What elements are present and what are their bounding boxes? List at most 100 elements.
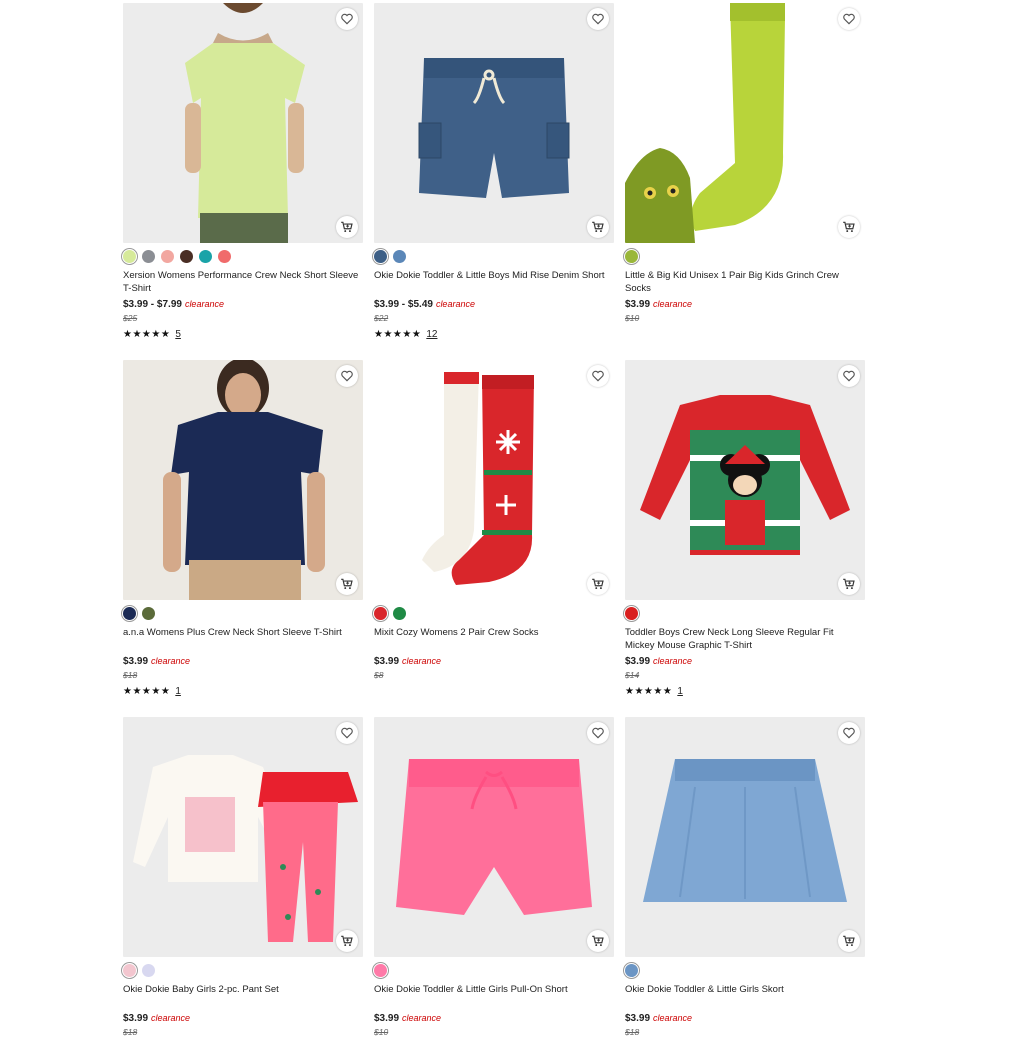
add-to-cart-button[interactable] [587,216,609,238]
product-image[interactable] [625,3,865,243]
product-title-link[interactable]: Okie Dokie Toddler & Little Girls Skort [625,983,865,1009]
product-title-link[interactable]: Okie Dokie Toddler & Little Boys Mid Ris… [374,269,614,295]
product-title-link[interactable]: a.n.a Womens Plus Crew Neck Short Sleeve… [123,626,363,652]
favorite-button[interactable] [587,365,609,387]
product-image[interactable] [123,717,363,957]
add-to-cart-button[interactable] [336,216,358,238]
add-to-cart-button[interactable] [838,930,860,952]
product-title-link[interactable]: Okie Dokie Baby Girls 2-pc. Pant Set [123,983,363,1009]
product-grid: Xersion Womens Performance Crew Neck Sho… [0,0,1024,1037]
review-count-link[interactable]: 1 [175,686,181,698]
heart-icon [843,370,855,382]
color-swatch[interactable] [393,607,406,620]
original-price: $8 [374,670,384,680]
favorite-button[interactable] [838,722,860,744]
color-swatches [123,964,363,978]
product-title-link[interactable]: Xersion Womens Performance Crew Neck Sho… [123,269,363,295]
color-swatch[interactable] [374,964,387,977]
original-price: $14 [625,670,640,680]
favorite-button[interactable] [336,722,358,744]
product-image[interactable] [374,3,614,243]
add-to-cart-button[interactable] [587,930,609,952]
product-card: Xersion Womens Performance Crew Neck Sho… [123,3,363,341]
color-swatch[interactable] [625,607,638,620]
product-image[interactable] [123,360,363,600]
original-price: $25 [123,313,138,323]
cart-icon [592,221,604,233]
product-title-link[interactable]: Little & Big Kid Unisex 1 Pair Big Kids … [625,269,865,295]
add-to-cart-button[interactable] [336,930,358,952]
add-to-cart-button[interactable] [838,216,860,238]
color-swatch[interactable] [393,250,406,263]
add-to-cart-button[interactable] [336,573,358,595]
cart-icon [843,935,855,947]
star-icon: ★★★★★ [374,329,422,340]
color-swatch[interactable] [374,250,387,263]
clearance-badge: clearance [653,656,693,666]
color-swatch[interactable] [625,250,638,263]
cart-icon [843,221,855,233]
product-image[interactable] [625,360,865,600]
favorite-button[interactable] [838,365,860,387]
star-icon: ★★★★★ [123,329,171,340]
cart-icon [592,578,604,590]
color-swatch[interactable] [218,250,231,263]
favorite-button[interactable] [336,365,358,387]
color-swatch[interactable] [142,250,155,263]
color-swatches [374,250,614,264]
favorite-button[interactable] [587,8,609,30]
product-card: Okie Dokie Toddler & Little Boys Mid Ris… [374,3,614,341]
product-title-link[interactable]: Mixit Cozy Womens 2 Pair Crew Socks [374,626,614,652]
color-swatches [374,964,614,978]
cart-icon [592,935,604,947]
color-swatches [625,250,865,264]
review-count-link[interactable]: 12 [426,329,437,341]
sale-price: $3.99 clearance [625,655,865,668]
color-swatches [625,607,865,621]
original-price: $22 [374,313,389,323]
color-swatches [123,250,363,264]
sale-price: $3.99 clearance [123,1012,363,1025]
product-title-link[interactable]: Toddler Boys Crew Neck Long Sleeve Regul… [625,626,865,652]
review-count-link[interactable]: 1 [677,686,683,698]
product-card: Little & Big Kid Unisex 1 Pair Big Kids … [625,3,865,324]
product-image[interactable] [625,717,865,957]
color-swatch[interactable] [142,964,155,977]
color-swatch[interactable] [161,250,174,263]
color-swatch[interactable] [142,607,155,620]
clearance-badge: clearance [184,299,224,309]
sale-price: $3.99 clearance [625,298,865,311]
add-to-cart-button[interactable] [587,573,609,595]
color-swatch[interactable] [123,250,136,263]
product-card: Okie Dokie Toddler & Little Girls Skort … [625,717,865,1038]
heart-icon [341,13,353,25]
favorite-button[interactable] [838,8,860,30]
rating: ★★★★★ 5 [123,329,363,341]
add-to-cart-button[interactable] [838,573,860,595]
color-swatch[interactable] [374,607,387,620]
product-card: Toddler Boys Crew Neck Long Sleeve Regul… [625,360,865,698]
heart-icon [341,370,353,382]
color-swatch[interactable] [199,250,212,263]
product-image[interactable] [374,360,614,600]
heart-icon [592,370,604,382]
review-count-link[interactable]: 5 [175,329,181,341]
favorite-button[interactable] [587,722,609,744]
color-swatch[interactable] [180,250,193,263]
clearance-badge: clearance [151,1013,191,1023]
cart-icon [341,935,353,947]
product-image[interactable] [374,717,614,957]
product-title-link[interactable]: Okie Dokie Toddler & Little Girls Pull-O… [374,983,614,1009]
clearance-badge: clearance [435,299,475,309]
color-swatch[interactable] [625,964,638,977]
color-swatch[interactable] [123,607,136,620]
favorite-button[interactable] [336,8,358,30]
sale-price: $3.99 clearance [374,1012,614,1025]
product-card: Okie Dokie Toddler & Little Girls Pull-O… [374,717,614,1038]
product-image[interactable] [123,3,363,243]
price-value: $3.99 - $5.49 [374,299,433,310]
product-card: a.n.a Womens Plus Crew Neck Short Sleeve… [123,360,363,698]
color-swatch[interactable] [123,964,136,977]
sale-price: $3.99 clearance [123,655,363,668]
cart-icon [843,578,855,590]
